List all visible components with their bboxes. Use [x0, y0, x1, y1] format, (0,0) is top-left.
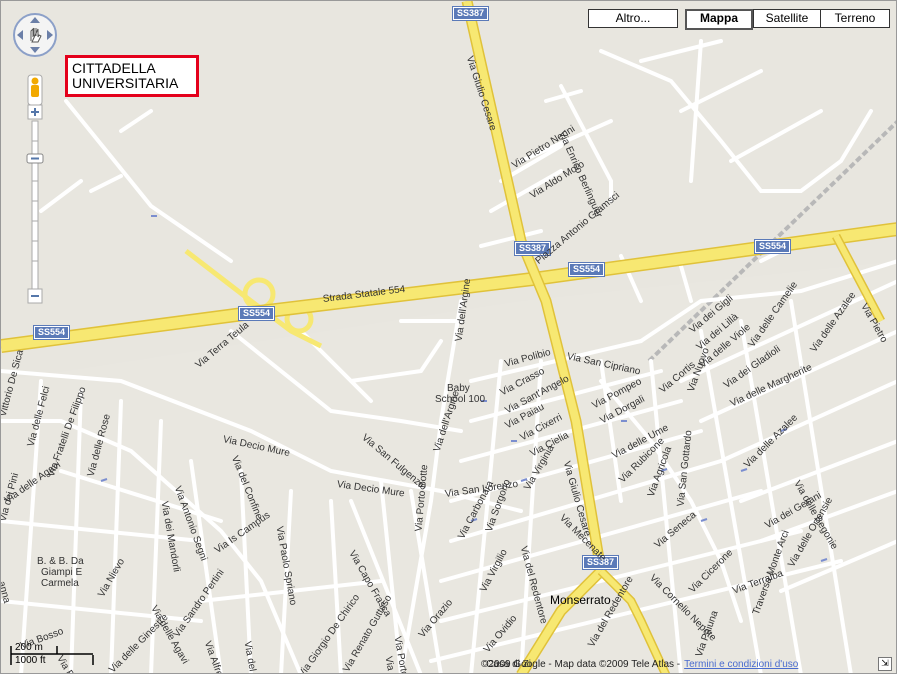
poi-label: B. & B. Da [37, 556, 84, 567]
poi-label: School 100 [435, 394, 486, 405]
map-viewport[interactable]: SS387 SS387 SS387 SS554 SS554 SS554 SS55… [0, 0, 897, 674]
ss387-shield: SS387 [451, 6, 490, 21]
copyright-text: ©2009 Google - Map data ©2009 Tele Atlas… [481, 659, 681, 670]
pan-zoom-control [11, 11, 61, 316]
scale-bar: 200 m 1000 ft [9, 641, 94, 667]
callout-line-2: UNIVERSITARIA [72, 75, 179, 91]
ss554-shield: SS554 [237, 306, 276, 321]
poi-label: Baby [447, 383, 470, 394]
ss554-shield: SS554 [753, 239, 792, 254]
location-callout: CITTADELLA UNIVERSITARIA [65, 55, 199, 97]
map-type-terrain-button[interactable]: Terreno [820, 9, 890, 28]
poi-label: Carmela [41, 578, 79, 589]
map-footer: ©2009 Google - Map data ©2009 Tele Atlas… [481, 659, 798, 670]
overview-toggle-icon[interactable]: ⇲ [878, 657, 892, 671]
map-type-satellite-button[interactable]: Satellite [753, 9, 821, 28]
pegman-icon[interactable] [31, 77, 39, 85]
ss554-shield: SS554 [32, 325, 71, 340]
map-type-map-button[interactable]: Mappa [685, 9, 753, 30]
map-type-more-button[interactable]: Altro... [588, 9, 678, 28]
poi-label: Giampi E [41, 567, 83, 578]
callout-line-1: CITTADELLA [72, 60, 156, 76]
scale-metric: 200 m [15, 642, 43, 653]
scale-imperial: 1000 ft [15, 655, 46, 666]
terms-link[interactable]: Termini e condizioni d'uso [684, 659, 798, 670]
zoom-slider-track[interactable] [31, 120, 39, 294]
ss554-shield: SS554 [567, 262, 606, 277]
town-label: Monserrato [550, 593, 611, 607]
